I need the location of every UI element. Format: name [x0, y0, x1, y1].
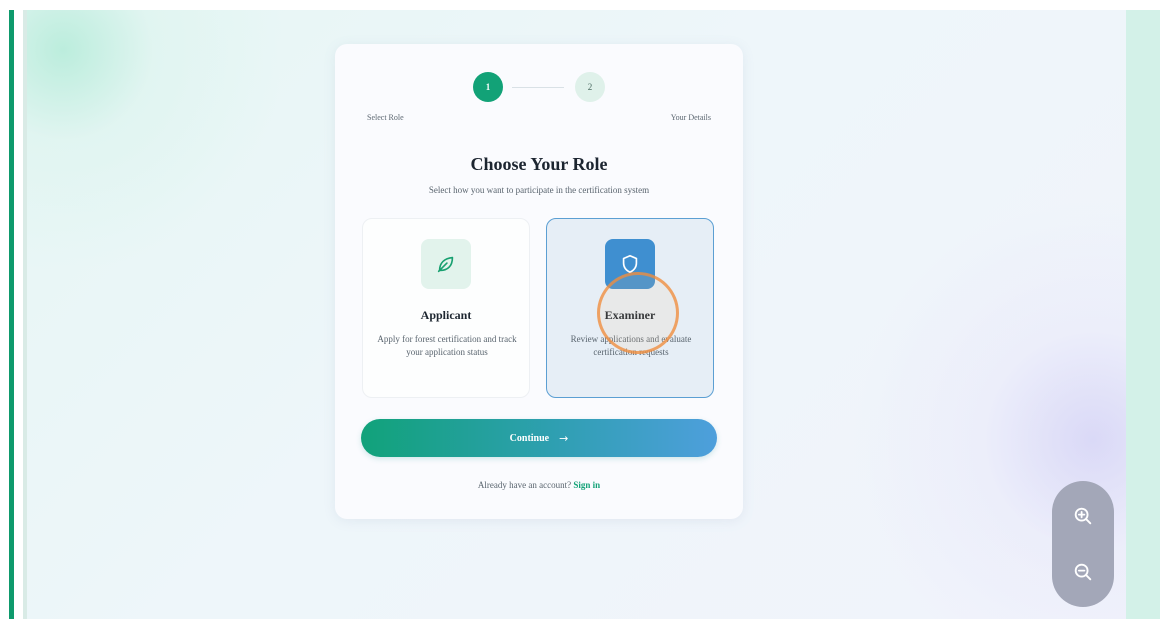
continue-button-label: Continue [509, 432, 550, 444]
role-selection-card: 1 2 Select Role Your Details Choose Your… [335, 44, 743, 519]
signin-prompt-row: Already have an account? Sign in [335, 480, 743, 490]
role-title-applicant: Applicant [420, 308, 472, 322]
step-2-label: Your Details [670, 113, 711, 122]
zoom-in-icon [1074, 507, 1092, 525]
step-1-label: Select Role [367, 113, 404, 122]
continue-button[interactable]: Continue → [361, 419, 717, 457]
zoom-controls [1052, 481, 1114, 607]
leaf-icon [421, 239, 471, 289]
signin-link[interactable]: Sign in [573, 480, 600, 490]
arrow-right-icon: → [559, 431, 569, 445]
step-1-indicator: 1 [473, 72, 503, 102]
zoom-out-icon [1074, 563, 1092, 581]
role-description-applicant: Apply for forest certification and track… [377, 334, 517, 357]
step-2-number: 2 [587, 82, 593, 92]
page-title: Choose Your Role [470, 154, 608, 174]
zoom-in-button[interactable] [1067, 500, 1099, 532]
step-1-number: 1 [485, 82, 491, 92]
click-indicator-ring [597, 272, 679, 354]
window-right-strip [1126, 10, 1160, 619]
step-2-indicator: 2 [575, 72, 605, 102]
window-left-accent-bar [9, 10, 14, 619]
viewport-edge [23, 10, 27, 619]
zoom-out-button[interactable] [1067, 556, 1099, 588]
role-option-applicant[interactable]: Applicant Apply for forest certification… [362, 218, 530, 398]
stepper-connector [512, 87, 564, 88]
page-subtitle: Select how you want to participate in th… [428, 185, 650, 195]
signin-prompt: Already have an account? [477, 480, 572, 490]
